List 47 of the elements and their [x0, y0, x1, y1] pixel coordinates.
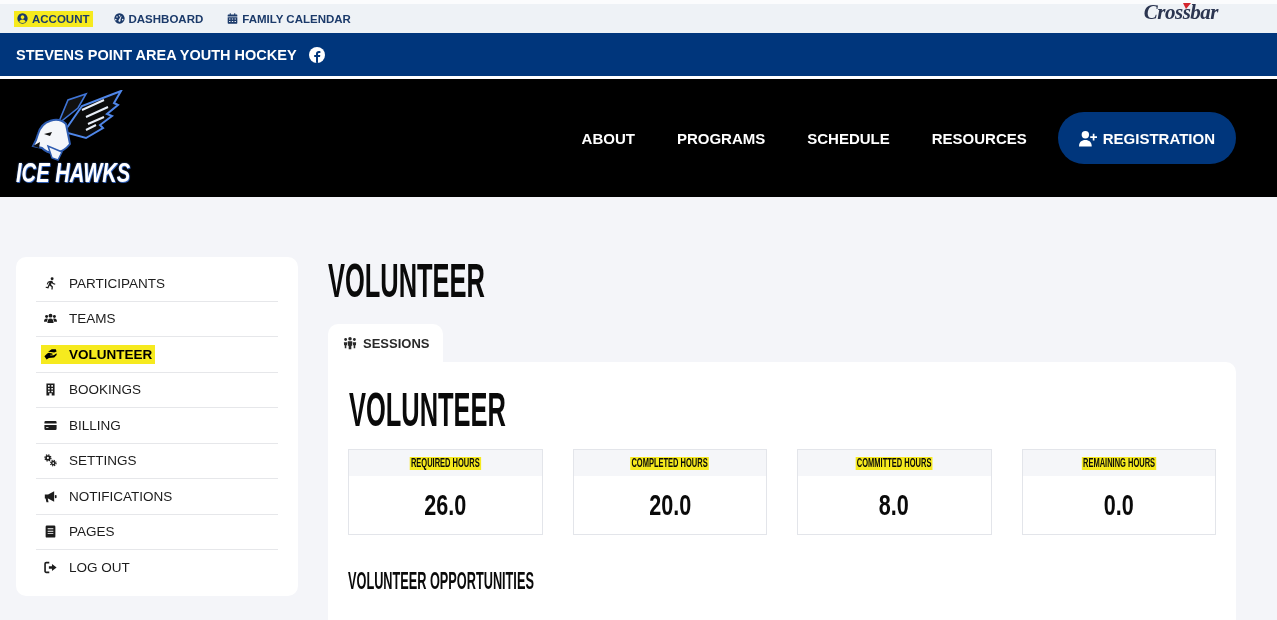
sidebar-item[interactable]: VOLUNTEER [41, 344, 156, 364]
team-logo-text[interactable]: ICE HAWKS [16, 160, 131, 186]
organization-title: STEVENS POINT AREA YOUTH HOCKEY [16, 46, 297, 63]
sidebar-item[interactable]: SETTINGS [41, 451, 140, 471]
stat-label: COMPLETED HOURS [630, 456, 710, 470]
sign-out-icon [44, 561, 57, 575]
stat-value: 0.0 [1103, 490, 1134, 520]
sidebar-item[interactable]: NOTIFICATIONS [41, 486, 176, 506]
megaphone-icon [44, 489, 57, 503]
top-nav-link[interactable]: FAMILY CALENDAR [224, 10, 354, 27]
gauge-icon [113, 13, 125, 24]
stat-label: REMAINING HOURS [1081, 456, 1156, 470]
sessions-tab[interactable]: SESSIONS [328, 324, 444, 362]
sidebar-item[interactable]: BOOKINGS [41, 380, 144, 400]
stat-label: COMMITTED HOURS [855, 456, 933, 470]
page-icon [44, 525, 57, 539]
sidebar-item[interactable]: TEAMS [41, 309, 119, 329]
stat-value: 26.0 [424, 490, 467, 520]
running-person-icon [44, 276, 57, 290]
stat-label: REQUIRED HOURS [409, 456, 481, 470]
nav-link[interactable]: PROGRAMS [676, 129, 766, 147]
user-plus-icon [1078, 129, 1097, 147]
calendar-icon [227, 13, 239, 24]
stat-value: 20.0 [648, 490, 691, 520]
facebook-icon[interactable] [308, 46, 325, 63]
gears-icon [44, 454, 57, 468]
sidebar-item[interactable]: PAGES [41, 522, 118, 542]
people-group-icon [342, 336, 358, 350]
nav-link[interactable]: SCHEDULE [807, 129, 890, 147]
top-nav-link[interactable]: ACCOUNT [14, 10, 93, 27]
stat-value: 8.0 [879, 490, 910, 520]
sidebar-item[interactable]: BILLING [41, 415, 124, 435]
nav-link[interactable]: RESOURCES [931, 129, 1027, 147]
pennant-icon [1182, 3, 1191, 9]
building-icon [44, 383, 57, 397]
page-title: VOLUNTEER [328, 257, 485, 305]
top-nav-link[interactable]: DASHBOARD [110, 10, 207, 27]
sidebar-item[interactable]: PARTICIPANTS [41, 273, 169, 293]
panel-title: VOLUNTEER [349, 386, 506, 434]
credit-card-icon [44, 418, 57, 432]
registration-button[interactable]: REGISTRATION [1057, 112, 1236, 164]
section-heading: VOLUNTEER OPPORTUNITIES [348, 569, 534, 593]
brand-logo[interactable]: Crossbar [1143, 0, 1218, 24]
sidebar-item[interactable]: LOG OUT [41, 558, 133, 578]
users-icon [44, 312, 57, 326]
nav-link[interactable]: ABOUT [581, 129, 635, 147]
hands-icon [44, 347, 57, 361]
